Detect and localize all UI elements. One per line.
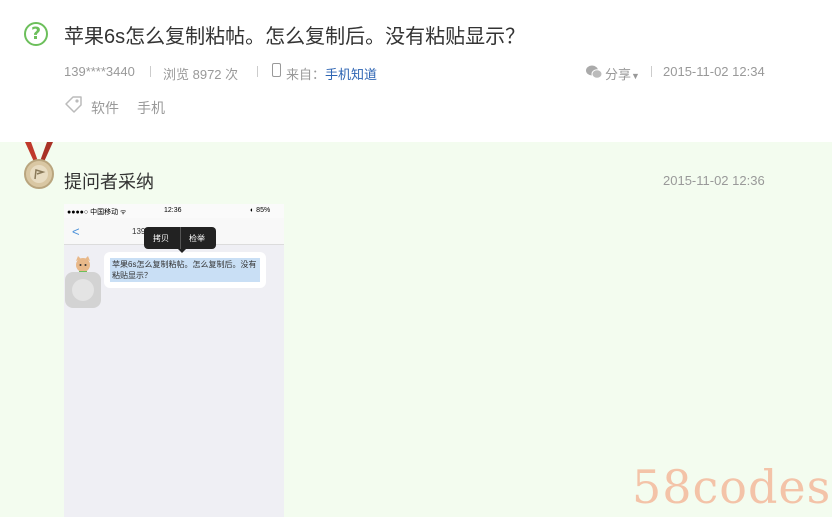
answer-time: 2015-11-02 12:36 [663,173,765,188]
chevron-down-icon: ▼ [631,71,640,81]
chat-bubble: 苹果6s怎么复制粘帖。怎么复制后。没有粘贴显示？ [104,252,266,288]
menu-divider [180,227,181,249]
watermark: 58codes [632,460,832,514]
menu-report: 检举 [189,234,205,243]
phone-icon [272,63,281,77]
share-button[interactable]: 分享▼ [605,64,640,83]
source-info: 来自：手机知道 [286,64,377,83]
context-menu: 拷贝 检举 [144,227,216,249]
meta-divider [150,66,151,77]
question-title[interactable]: 苹果6s怎么复制粘帖。怎么复制后。没有粘贴显示？ [64,20,525,49]
status-bar: ●●●●○ 中国移动 ᯤ 12:36 ◐ 85% [64,204,284,218]
tag-software[interactable]: 软件 [91,98,119,118]
share-label: 分享 [605,67,632,82]
menu-pointer [178,249,186,253]
menu-copy: 拷贝 [153,234,169,243]
carrier-signal: ●●●●○ 中国移动 ᯤ [67,209,127,216]
answer-screenshot[interactable]: ●●●●○ 中国移动 ᯤ 12:36 ◐ 85% < 139 拷贝 检举 苹果6… [64,204,284,517]
meta-divider [257,66,258,77]
chat-bubble-text: 苹果6s怎么复制粘帖。怎么复制后。没有粘贴显示？ [110,258,260,282]
assistive-touch-button [65,272,101,308]
view-count: 浏览 8972 次 [163,67,239,82]
back-chevron-icon: < [72,224,80,239]
status-time: 12:36 [164,207,182,214]
battery-level: ◐ 85% [250,207,271,214]
asker-username[interactable]: 139****3440 [64,64,135,79]
medal-icon [24,142,54,189]
meta-divider [651,66,652,77]
tag-icon [65,96,82,113]
source-link[interactable]: 手机知道 [325,67,377,82]
source-prefix: 来自： [286,67,326,82]
tag-phone[interactable]: 手机 [137,98,165,118]
accepted-answer-title: 提问者采纳 [64,172,154,192]
question-time: 2015-11-02 12:34 [663,64,765,79]
question-circle-icon: ? [24,22,48,46]
share-icon[interactable] [585,64,603,80]
